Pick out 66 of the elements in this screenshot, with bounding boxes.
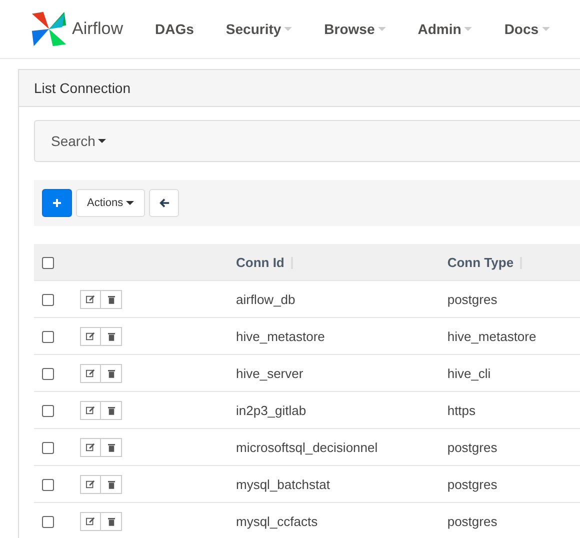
column-header[interactable]: Conn Type <box>447 254 514 270</box>
edit-button[interactable] <box>80 512 101 530</box>
edit-icon <box>86 332 95 340</box>
table-cell: hive_metastore <box>447 328 536 344</box>
checkbox[interactable] <box>42 442 54 454</box>
trash-icon <box>108 406 114 414</box>
actions-dropdown[interactable]: Actions <box>76 189 146 217</box>
brand-name[interactable]: Airflow <box>72 19 124 39</box>
edit-icon <box>86 406 95 414</box>
checkbox[interactable] <box>42 405 54 418</box>
table-cell: hive_metastore <box>236 328 325 344</box>
trash-icon <box>108 480 114 488</box>
edit-button[interactable] <box>80 364 101 382</box>
edit-icon <box>86 442 95 452</box>
back-arrow-icon <box>158 198 170 208</box>
trash-icon <box>108 516 114 526</box>
nav-menu-item[interactable]: Security <box>226 21 292 37</box>
checkbox[interactable] <box>42 294 54 306</box>
add-button[interactable] <box>42 189 72 217</box>
table-cell: postgres <box>447 514 498 528</box>
edit-button[interactable] <box>80 400 101 420</box>
delete-button[interactable] <box>101 364 122 382</box>
table-cell: hive_cli <box>447 366 491 380</box>
checkbox[interactable] <box>42 257 54 270</box>
table-cell: microsoftsql_decisionnel <box>236 440 378 454</box>
checkbox[interactable] <box>42 516 54 528</box>
nav-menu-item[interactable]: Docs <box>504 21 550 37</box>
nav-menu-item[interactable]: DAGs <box>155 21 194 37</box>
delete-button[interactable] <box>101 326 122 346</box>
delete-button[interactable] <box>101 438 122 456</box>
search-dropdown[interactable]: Search <box>43 129 114 153</box>
table-cell: airflow_db <box>236 292 296 306</box>
back-button[interactable] <box>149 189 180 217</box>
table-cell: postgres <box>447 440 498 454</box>
table-cell: mysql_batchstat <box>236 476 330 492</box>
nav-menu-item[interactable]: Admin <box>418 21 472 37</box>
edit-icon <box>86 516 95 526</box>
trash-icon <box>108 442 114 452</box>
delete-button[interactable] <box>101 290 122 308</box>
table-cell: mysql_ccfacts <box>236 514 318 528</box>
edit-button[interactable] <box>80 290 101 308</box>
delete-button[interactable] <box>101 474 122 494</box>
checkbox[interactable] <box>42 479 54 492</box>
pinwheel-logo-icon[interactable] <box>30 10 68 48</box>
checkbox[interactable] <box>42 331 54 344</box>
plus-icon <box>52 198 62 208</box>
table-cell: postgres <box>447 292 498 306</box>
column-header[interactable]: Conn Id <box>236 254 284 270</box>
table-cell: in2p3_gitlab <box>236 402 306 418</box>
trash-icon <box>108 294 114 304</box>
table-cell: hive_server <box>236 366 304 380</box>
nav-menu-item[interactable]: Browse <box>324 21 386 37</box>
checkbox[interactable] <box>42 368 54 380</box>
trash-icon <box>108 368 114 378</box>
edit-icon <box>86 368 95 378</box>
delete-button[interactable] <box>101 400 122 420</box>
table-cell: postgres <box>447 476 498 492</box>
delete-button[interactable] <box>101 512 122 530</box>
trash-icon <box>108 332 114 340</box>
table-cell: https <box>447 402 476 418</box>
edit-button[interactable] <box>80 474 101 494</box>
edit-icon <box>86 294 95 304</box>
edit-button[interactable] <box>80 326 101 346</box>
panel-title: List Connection <box>34 80 131 96</box>
edit-icon <box>86 480 95 488</box>
edit-button[interactable] <box>80 438 101 456</box>
